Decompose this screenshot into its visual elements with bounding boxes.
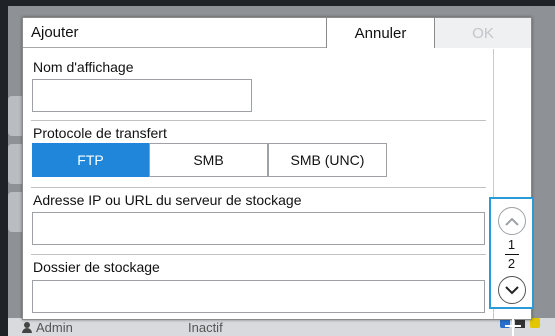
page-down-button[interactable] — [498, 276, 526, 304]
protocol-ftp-button[interactable]: FTP — [32, 143, 149, 177]
server-address-label: Adresse IP ou URL du serveur de stockage — [33, 192, 302, 208]
page-fraction-line — [505, 254, 519, 255]
divider — [31, 254, 486, 255]
status-user-label: Admin — [36, 319, 73, 335]
dialog-title: Ajouter — [31, 24, 79, 41]
total-pages: 2 — [507, 256, 516, 271]
storage-folder-field[interactable] — [32, 280, 485, 313]
status-state: Inactif — [188, 319, 223, 335]
status-bar: Admin Inactif — [8, 318, 555, 336]
page-up-button[interactable] — [498, 207, 526, 235]
page-navigator: 1 2 — [489, 197, 534, 309]
callout-pointer-bar — [505, 325, 521, 327]
display-name-label: Nom d'affichage — [33, 59, 134, 75]
dialog-titlebar: Ajouter Annuler OK — [23, 18, 531, 48]
ok-button[interactable]: OK — [435, 18, 531, 48]
protocol-smb-button[interactable]: SMB — [149, 143, 268, 177]
protocol-label: Protocole de transfert — [33, 125, 167, 141]
divider — [31, 187, 486, 188]
divider — [31, 120, 486, 121]
user-icon — [22, 321, 32, 333]
current-page: 1 — [507, 237, 516, 252]
protocol-smb-unc-button[interactable]: SMB (UNC) — [268, 143, 387, 177]
background-tabs — [8, 96, 22, 266]
callout-pointer — [512, 310, 514, 336]
chevron-up-icon — [505, 217, 519, 226]
server-address-field[interactable] — [32, 212, 485, 245]
storage-folder-label: Dossier de stockage — [33, 259, 160, 275]
chevron-down-icon — [505, 285, 519, 294]
dialog-content: Nom d'affichage Protocole de transfert F… — [23, 49, 491, 319]
status-user: Admin — [22, 320, 73, 335]
add-destination-dialog: Ajouter Annuler OK Nom d'affichage Proto… — [22, 17, 534, 320]
cancel-button[interactable]: Annuler — [326, 18, 435, 48]
display-name-field[interactable] — [32, 79, 252, 112]
